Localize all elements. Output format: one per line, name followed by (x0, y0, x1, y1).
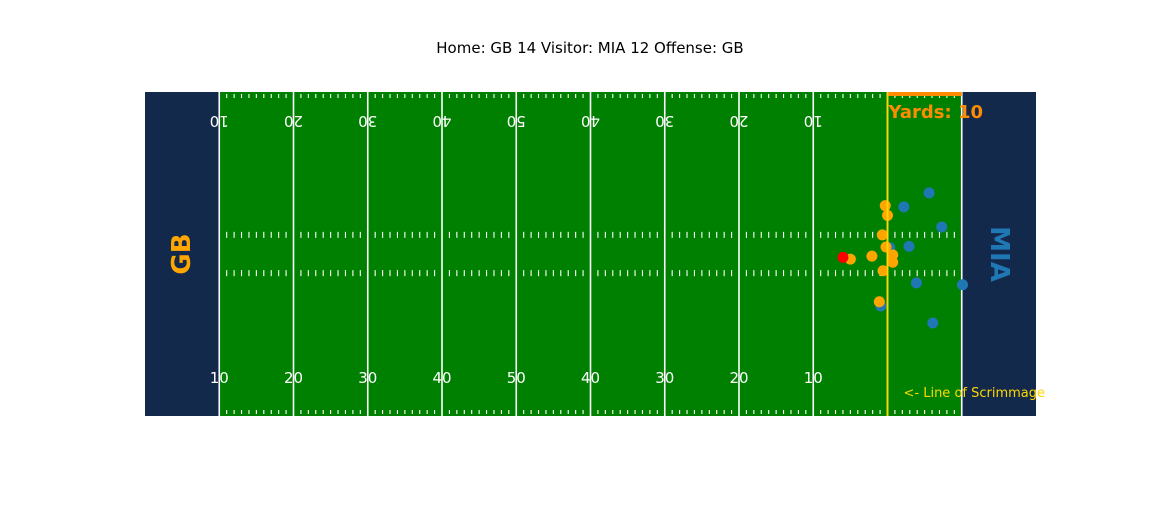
football-field-chart: Home: GB 14 Visitor: MIA 12 Offense: GB … (0, 0, 1152, 511)
offense-player-point (879, 200, 891, 212)
yard-number-bottom: 30 (358, 369, 377, 387)
yard-number-bottom: 40 (581, 369, 600, 387)
yard-number-top: 40 (432, 112, 451, 130)
yard-number-bottom: 30 (655, 369, 674, 387)
yard-number-top: 20 (284, 112, 303, 130)
home-endzone-label: GB (167, 233, 197, 274)
defense-player-point (903, 240, 915, 252)
yard-number-top: 30 (655, 112, 674, 130)
defense-player-point (898, 201, 910, 213)
yard-number-bottom: 50 (507, 369, 526, 387)
chart-title: Home: GB 14 Visitor: MIA 12 Offense: GB (436, 39, 743, 57)
defense-player-point (956, 279, 968, 291)
offense-player-point (876, 229, 888, 241)
offense-player-point (873, 296, 885, 308)
defense-player-point (936, 221, 948, 233)
field-layer: GB MIA 10 10 20 20 30 30 40 40 50 50 40 40 30 30 20 20 10 1… (145, 92, 1036, 416)
visitor-endzone-label: MIA (984, 226, 1014, 282)
yard-number-top: 10 (210, 112, 229, 130)
yard-number-top: 40 (581, 112, 600, 130)
field-plot: Home: GB 14 Visitor: MIA 12 Offense: GB … (145, 39, 1046, 416)
defense-player-point (910, 277, 922, 289)
first-down-marker (887, 92, 962, 96)
yard-number-bottom: 10 (804, 369, 823, 387)
yard-number-bottom: 20 (729, 369, 748, 387)
yard-number-top: 10 (804, 112, 823, 130)
yard-number-top: 50 (507, 112, 526, 130)
yard-number-top: 20 (729, 112, 748, 130)
yard-number-bottom: 20 (284, 369, 303, 387)
football-point (837, 251, 849, 263)
line-of-scrimmage-label: <- Line of Scrimmage (904, 386, 1046, 401)
yard-number-top: 30 (358, 112, 377, 130)
offense-player-point (887, 256, 899, 268)
yard-number-bottom: 10 (210, 369, 229, 387)
yards-to-go-label: Yards: 10 (888, 102, 984, 123)
offense-player-point (866, 250, 878, 262)
defense-player-point (923, 187, 935, 199)
yard-number-bottom: 40 (432, 369, 451, 387)
defense-player-point (927, 317, 939, 329)
